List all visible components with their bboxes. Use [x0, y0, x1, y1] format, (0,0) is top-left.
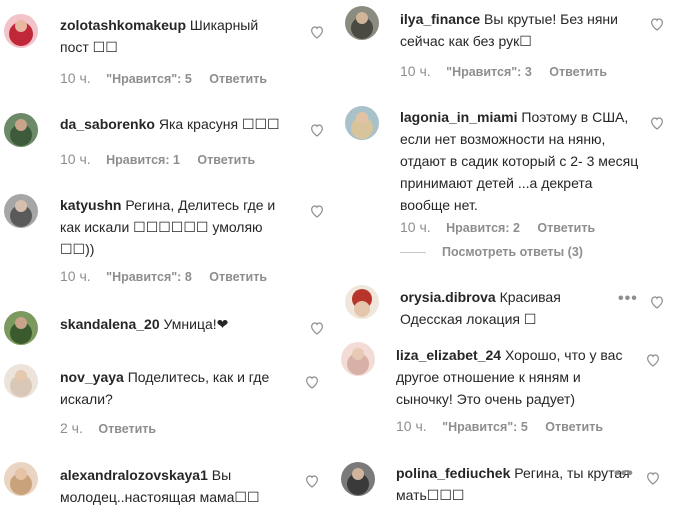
heart-icon[interactable]: [309, 203, 325, 219]
reply-button[interactable]: Ответить: [98, 422, 156, 436]
heart-icon[interactable]: [304, 374, 320, 390]
comment-text: da_saborenko Яка красуня ☐☐☐: [60, 113, 300, 135]
avatar[interactable]: [345, 106, 379, 140]
divider: [400, 252, 426, 254]
heart-icon[interactable]: [304, 473, 320, 489]
avatar[interactable]: [4, 14, 38, 48]
comment-meta: 10 ч. "Нравится": 8 Ответить: [60, 268, 281, 284]
comment-text: skandalena_20 Умница!❤: [60, 313, 300, 335]
view-replies-button[interactable]: Посмотреть ответы (3): [400, 245, 583, 259]
reply-button[interactable]: Ответить: [549, 65, 607, 79]
heart-icon[interactable]: [645, 470, 661, 486]
comment-username[interactable]: ilya_finance: [400, 11, 480, 27]
avatar[interactable]: [345, 6, 379, 40]
comment-time[interactable]: 10 ч.: [60, 70, 91, 86]
avatar[interactable]: [4, 113, 38, 147]
comment-meta: 10 ч. Нравится: 2 Ответить: [400, 219, 609, 235]
likes-count[interactable]: Нравится: 2: [446, 221, 520, 235]
comment-time[interactable]: 2 ч.: [60, 420, 83, 436]
comment-text: liza_elizabet_24 Хорошо, что у вас друго…: [396, 344, 636, 410]
heart-icon[interactable]: [649, 294, 665, 310]
comment-text: katyushn Регина, Делитесь где и как иска…: [60, 194, 295, 260]
comment-time[interactable]: 10 ч.: [60, 151, 91, 167]
comment-time[interactable]: 10 ч.: [400, 219, 431, 235]
likes-count[interactable]: "Нравится": 3: [446, 65, 532, 79]
reply-button[interactable]: Ответить: [537, 221, 595, 235]
comment-username[interactable]: skandalena_20: [60, 316, 160, 332]
comment-text: nov_yaya Поделитесь, как и где искали?: [60, 366, 290, 410]
comment-meta: 2 ч. Ответить: [60, 420, 170, 436]
avatar[interactable]: [4, 311, 38, 345]
comment-username[interactable]: katyushn: [60, 197, 121, 213]
likes-count[interactable]: "Нравится": 5: [442, 420, 528, 434]
more-options-icon[interactable]: •••: [618, 290, 638, 308]
comment-meta: 10 ч. "Нравится": 3 Ответить: [400, 63, 621, 79]
comment-username[interactable]: zolotashkomakeup: [60, 17, 186, 33]
comment-body: Умница!❤: [163, 316, 229, 332]
comment-time[interactable]: 10 ч.: [60, 268, 91, 284]
reply-button[interactable]: Ответить: [209, 72, 267, 86]
comment-text: zolotashkomakeup Шикарный пост ☐☐: [60, 14, 290, 58]
comment-username[interactable]: polina_fediuchek: [396, 465, 510, 481]
avatar[interactable]: [341, 342, 375, 376]
comment-time[interactable]: 10 ч.: [400, 63, 431, 79]
reply-button[interactable]: Ответить: [197, 153, 255, 167]
reply-button[interactable]: Ответить: [209, 270, 267, 284]
heart-icon[interactable]: [649, 115, 665, 131]
likes-count[interactable]: "Нравится": 8: [106, 270, 192, 284]
comment-username[interactable]: alexandralozovskaya1: [60, 467, 208, 483]
comment-text: ilya_finance Вы крутые! Без няни сейчас …: [400, 8, 640, 52]
avatar[interactable]: [341, 462, 375, 496]
comment-body: Яка красуня ☐☐☐: [158, 116, 280, 132]
comment-meta: 10 ч. Нравится: 1 Ответить: [60, 151, 269, 167]
view-replies-label: Посмотреть ответы (3): [442, 245, 583, 259]
heart-icon[interactable]: [309, 320, 325, 336]
avatar[interactable]: [4, 364, 38, 398]
heart-icon[interactable]: [645, 352, 661, 368]
comment-username[interactable]: lagonia_in_miami: [400, 109, 517, 125]
comment-time[interactable]: 10 ч.: [396, 418, 427, 434]
heart-icon[interactable]: [309, 24, 325, 40]
comment-meta: 10 ч. "Нравится": 5 Ответить: [60, 70, 281, 86]
heart-icon[interactable]: [649, 16, 665, 32]
likes-count[interactable]: "Нравится": 5: [106, 72, 192, 86]
likes-count[interactable]: Нравится: 1: [106, 153, 180, 167]
comment-meta: 10 ч. "Нравится": 5 Ответить: [396, 418, 617, 434]
comment-username[interactable]: da_saborenko: [60, 116, 155, 132]
comment-username[interactable]: orysia.dibrova: [400, 289, 496, 305]
comment-text: alexandralozovskaya1 Вы молодец..настоящ…: [60, 464, 280, 508]
avatar[interactable]: [345, 285, 379, 319]
avatar[interactable]: [4, 194, 38, 228]
heart-icon[interactable]: [309, 122, 325, 138]
more-options-icon[interactable]: •••: [614, 465, 634, 483]
comment-username[interactable]: nov_yaya: [60, 369, 124, 385]
comment-text: lagonia_in_miami Поэтому в США, если нет…: [400, 106, 640, 216]
reply-button[interactable]: Ответить: [545, 420, 603, 434]
comment-text: polina_fediuchek Регина, ты крутая мать☐…: [396, 462, 636, 506]
comment-text: orysia.dibrova Красивая Одесская локация…: [400, 286, 610, 330]
avatar[interactable]: [4, 462, 38, 496]
comment-username[interactable]: liza_elizabet_24: [396, 347, 501, 363]
